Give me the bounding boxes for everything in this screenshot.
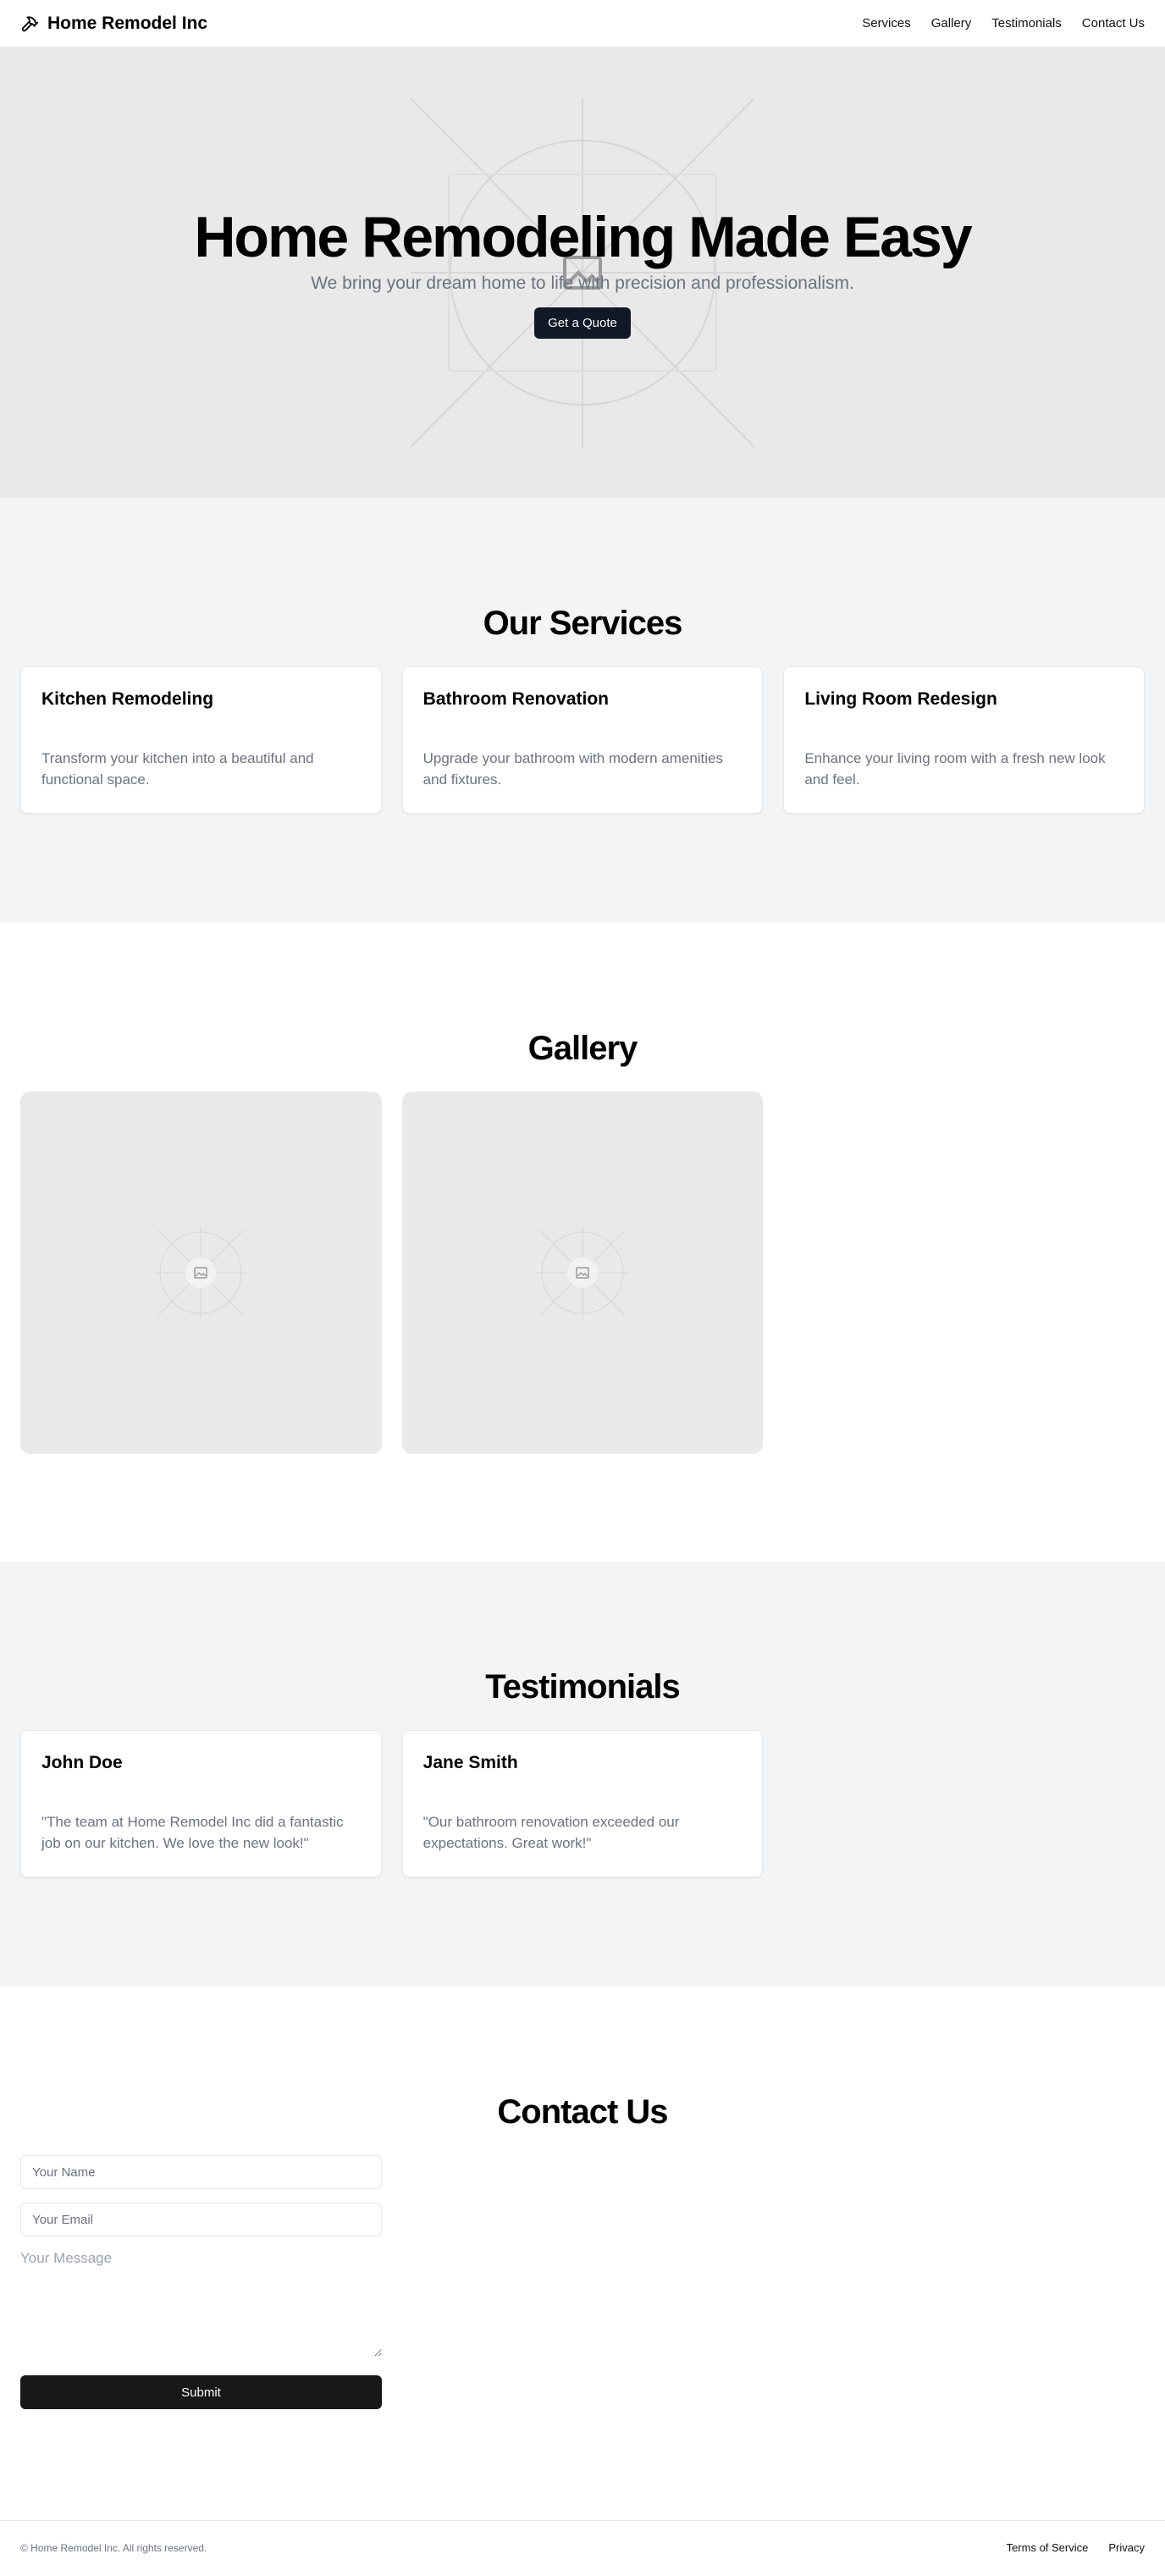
nav-link-gallery[interactable]: Gallery	[931, 16, 972, 30]
main-nav: Services Gallery Testimonials Contact Us	[862, 16, 1145, 30]
services-title: Our Services	[483, 605, 683, 642]
service-title: Bathroom Renovation	[422, 689, 609, 709]
testimonial-quote: "The team at Home Remodel Inc did a fant…	[41, 1814, 344, 1851]
gallery-image-2[interactable]	[401, 1092, 764, 1454]
brand[interactable]: Home Remodel Inc	[20, 14, 207, 34]
hero-section: Home Remodeling Made Easy We bring your …	[0, 47, 1165, 498]
gallery-section: Gallery	[0, 923, 1165, 1562]
service-description: Enhance your living room with a fresh ne…	[804, 750, 1106, 788]
submit-button[interactable]: Submit	[20, 2375, 382, 2409]
get-quote-button[interactable]: Get a Quote	[534, 307, 631, 339]
service-card-bathroom: Bathroom Renovation Upgrade your bathroo…	[401, 666, 764, 814]
footer-links: Terms of Service Privacy	[1007, 2541, 1145, 2554]
privacy-link[interactable]: Privacy	[1108, 2541, 1145, 2554]
image-placeholder-icon	[535, 1226, 629, 1319]
gallery-title: Gallery	[527, 1030, 638, 1067]
contact-title: Contact Us	[497, 2093, 668, 2131]
services-section: Our Services Kitchen Remodeling Transfor…	[0, 498, 1165, 923]
brand-name: Home Remodel Inc	[47, 13, 208, 33]
nav-link-testimonials[interactable]: Testimonials	[991, 16, 1062, 30]
name-input[interactable]	[20, 2155, 382, 2189]
hero-title: Home Remodeling Made Easy	[194, 204, 972, 269]
contact-form: Submit	[20, 2155, 382, 2409]
image-placeholder-icon	[154, 1226, 248, 1319]
testimonial-author: Jane Smith	[422, 1753, 518, 1772]
nav-link-contact[interactable]: Contact Us	[1082, 16, 1145, 30]
email-input[interactable]	[20, 2203, 382, 2236]
service-description: Upgrade your bathroom with modern amenit…	[422, 750, 723, 788]
site-footer: © Home Remodel Inc. All rights reserved.…	[0, 2520, 1165, 2574]
service-card-living-room: Living Room Redesign Enhance your living…	[783, 666, 1145, 814]
hero-subtitle: We bring your dream home to life with pr…	[311, 273, 854, 293]
hammer-icon	[20, 14, 39, 33]
contact-section: Contact Us Submit	[0, 1987, 1165, 2520]
testimonials-title: Testimonials	[485, 1668, 681, 1705]
service-title: Living Room Redesign	[804, 689, 997, 709]
terms-link[interactable]: Terms of Service	[1007, 2541, 1089, 2554]
testimonial-card: John Doe "The team at Home Remodel Inc d…	[20, 1730, 382, 1877]
testimonials-section: Testimonials John Doe "The team at Home …	[0, 1562, 1165, 1987]
copyright-text: © Home Remodel Inc. All rights reserved.	[20, 2541, 207, 2554]
testimonial-card: Jane Smith "Our bathroom renovation exce…	[401, 1730, 764, 1877]
service-card-kitchen: Kitchen Remodeling Transform your kitche…	[20, 666, 382, 814]
site-header: Home Remodel Inc Services Gallery Testim…	[0, 0, 1165, 47]
gallery-image-1[interactable]	[20, 1092, 382, 1454]
message-textarea[interactable]	[20, 2250, 382, 2357]
services-grid: Kitchen Remodeling Transform your kitche…	[20, 666, 1145, 814]
service-description: Transform your kitchen into a beautiful …	[41, 750, 314, 788]
testimonials-grid: John Doe "The team at Home Remodel Inc d…	[20, 1730, 1145, 1877]
gallery-grid	[20, 1092, 1145, 1454]
testimonial-quote: "Our bathroom renovation exceeded our ex…	[422, 1814, 680, 1851]
nav-link-services[interactable]: Services	[862, 16, 911, 30]
testimonial-author: John Doe	[41, 1753, 123, 1772]
service-title: Kitchen Remodeling	[41, 689, 214, 709]
